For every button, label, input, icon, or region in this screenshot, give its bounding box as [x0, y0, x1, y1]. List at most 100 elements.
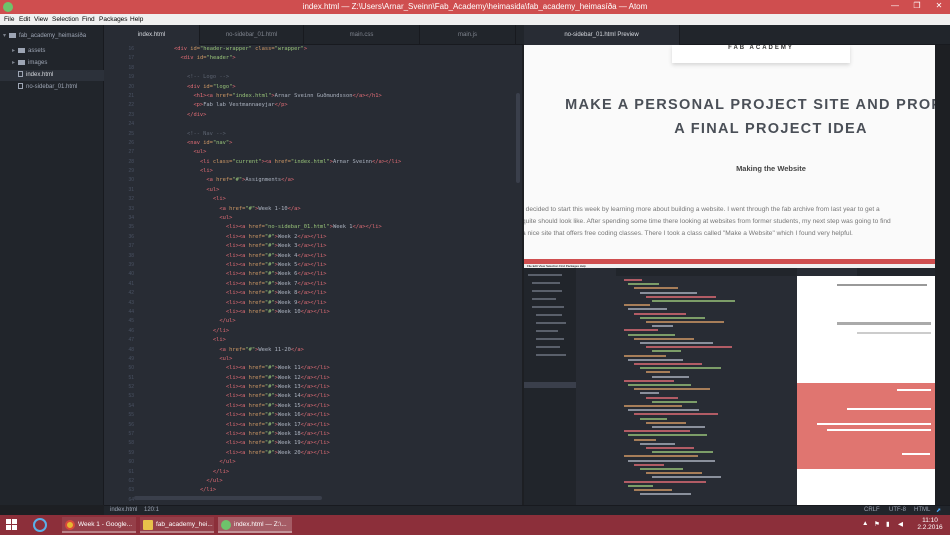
code-line[interactable]: <a href="#">Week 1-10</a> [148, 205, 401, 214]
code-line[interactable]: <li><a href="#">Week 11</a></li> [148, 364, 401, 373]
code-line[interactable]: <li><a href="#">Week 13</a></li> [148, 383, 401, 392]
code-line[interactable]: <li><a href="no-sidebar_01.html">Week 1<… [148, 223, 401, 232]
code-line[interactable]: <div id="logo"> [148, 83, 401, 92]
menu-view[interactable]: View [34, 16, 48, 23]
tree-root-folder[interactable]: ▾ fab_academy_heimasíða [0, 31, 104, 42]
git-push-icon[interactable]: ⬈ [936, 507, 941, 514]
code-line[interactable]: <li><a href="#">Week 8</a></li> [148, 289, 401, 298]
code-line[interactable]: <li><a href="#">Week 15</a></li> [148, 402, 401, 411]
tree-folder-images[interactable]: ▸ images [0, 58, 104, 69]
code-line[interactable] [148, 120, 401, 129]
code-line[interactable]: <li><a href="#">Week 10</a></li> [148, 308, 401, 317]
code-line[interactable]: <!-- Nav --> [148, 130, 401, 139]
screenshot-code-line [624, 430, 690, 433]
status-line-ending[interactable]: CRLF [864, 507, 880, 513]
code-line[interactable]: <li class="current"><a href="index.html"… [148, 158, 401, 167]
line-number: 45 [128, 318, 134, 325]
tray-network-icon[interactable]: ▮ [886, 520, 890, 528]
maximize-button[interactable]: ❐ [910, 1, 924, 12]
folder-icon [9, 32, 16, 38]
code-line[interactable]: <ul> [148, 214, 401, 223]
code-line[interactable]: </ul> [148, 477, 401, 486]
status-bar: index.html 120:1 CRLF UTF-8 HTML ⬈ [104, 505, 950, 515]
code-line[interactable]: <nav id="nav"> [148, 139, 401, 148]
status-file-name[interactable]: index.html [110, 507, 137, 513]
status-grammar[interactable]: HTML [914, 507, 930, 513]
tree-file-no-sidebar[interactable]: no-sidebar_01.html [0, 82, 104, 93]
menu-packages[interactable]: Packages [99, 16, 128, 23]
code-line[interactable]: <a href="#">Assignments</a> [148, 176, 401, 185]
code-content[interactable]: <div id="header-wrapper" class="wrapper"… [148, 45, 401, 505]
code-line[interactable]: <li><a href="#">Week 4</a></li> [148, 252, 401, 261]
code-line[interactable]: <li><a href="#">Week 6</a></li> [148, 270, 401, 279]
status-cursor-position[interactable]: 120:1 [144, 507, 159, 513]
windows-start-button[interactable] [6, 519, 18, 531]
minimize-button[interactable]: — [888, 1, 902, 12]
code-line[interactable]: <li><a href="#">Week 5</a></li> [148, 261, 401, 270]
tree-root-label: fab_academy_heimasíða [19, 33, 87, 39]
tab-no-sidebar-html[interactable]: no-sidebar_01.html [200, 25, 304, 45]
tree-file-index[interactable]: index.html [0, 70, 104, 81]
code-line[interactable]: <li><a href="#">Week 17</a></li> [148, 421, 401, 430]
screenshot-code-line [646, 396, 678, 399]
code-line[interactable]: </li> [148, 486, 401, 495]
code-line[interactable] [148, 64, 401, 73]
vertical-scrollbar[interactable] [516, 93, 520, 183]
taskbar-explorer[interactable]: fab_academy_hei... [140, 517, 214, 533]
code-line[interactable]: <li><a href="#">Week 20</a></li> [148, 449, 401, 458]
code-line[interactable]: <li><a href="#">Week 2</a></li> [148, 233, 401, 242]
code-line[interactable]: <li><a href="#">Week 14</a></li> [148, 392, 401, 401]
menu-help[interactable]: Help [130, 16, 143, 23]
code-line[interactable]: <li><a href="#">Week 19</a></li> [148, 439, 401, 448]
code-line[interactable]: <li><a href="#">Week 18</a></li> [148, 430, 401, 439]
internet-explorer-icon[interactable] [33, 518, 47, 532]
status-encoding[interactable]: UTF-8 [889, 507, 906, 513]
code-line[interactable]: <li> [148, 195, 401, 204]
screenshot-code-line [646, 472, 702, 475]
folder-icon [18, 59, 25, 65]
tab-main-js[interactable]: main.js [420, 25, 516, 45]
tray-volume-icon[interactable]: ◀ [898, 520, 903, 528]
taskbar-chrome[interactable]: Week 1 - Google... [62, 517, 136, 533]
menu-selection[interactable]: Selection [52, 16, 79, 23]
code-line[interactable]: <ul> [148, 186, 401, 195]
code-line[interactable]: <a href="#">Week 11-20</a> [148, 346, 401, 355]
code-line[interactable]: <div id="header"> [148, 54, 401, 63]
code-line[interactable]: <ul> [148, 148, 401, 157]
code-line[interactable]: </li> [148, 468, 401, 477]
code-line[interactable]: <div id="header-wrapper" class="wrapper"… [148, 45, 401, 54]
code-line[interactable]: </ul> [148, 317, 401, 326]
taskbar-explorer-label: fab_academy_hei... [156, 521, 213, 528]
tab-main-css[interactable]: main.css [304, 25, 420, 45]
tab-preview[interactable]: no-sidebar_01.html Preview [524, 25, 680, 45]
code-line[interactable]: <li><a href="#">Week 7</a></li> [148, 280, 401, 289]
tray-clock[interactable]: 11:10 2.2.2016 [912, 517, 948, 531]
menu-file[interactable]: File [4, 16, 14, 23]
taskbar-atom[interactable]: index.html — Z:\... [218, 517, 292, 533]
code-line[interactable]: <ul> [148, 355, 401, 364]
window-title-bar[interactable]: index.html — Z:\Users\Arnar_Sveinn\Fab_A… [0, 0, 950, 14]
line-number: 55 [128, 412, 134, 419]
tray-show-hidden-icon[interactable]: ▲ [862, 520, 868, 527]
code-line[interactable]: <li> [148, 167, 401, 176]
code-line[interactable]: <li><a href="#">Week 12</a></li> [148, 374, 401, 383]
html-preview-pane[interactable]: FAB ACADEMY MAKE A PERSONAL PROJECT SITE… [524, 45, 935, 505]
menu-edit[interactable]: Edit [19, 16, 30, 23]
tray-flag-icon[interactable]: ⚑ [874, 520, 880, 528]
code-line[interactable]: <!-- Logo --> [148, 73, 401, 82]
code-line[interactable]: </ul> [148, 458, 401, 467]
code-line[interactable]: <p>Fab lab Vestmannaeyjar</p> [148, 101, 401, 110]
tab-index-html[interactable]: index.html [104, 25, 200, 45]
code-line[interactable]: <h1><a href="index.html">Arnar Sveinn Gu… [148, 92, 401, 101]
code-line[interactable]: <li> [148, 336, 401, 345]
code-line[interactable]: </div> [148, 111, 401, 120]
code-line[interactable]: <li><a href="#">Week 16</a></li> [148, 411, 401, 420]
close-button[interactable]: ✕ [932, 1, 946, 12]
code-editor[interactable]: 16 17 18 19 20 21 22 23 24 25 26 27 28 29 30 31 32 33 34 35… [104, 45, 522, 505]
code-line[interactable]: <li><a href="#">Week 3</a></li> [148, 242, 401, 251]
code-line[interactable]: </li> [148, 327, 401, 336]
code-line[interactable]: <li><a href="#">Week 9</a></li> [148, 299, 401, 308]
horizontal-scrollbar[interactable] [134, 496, 322, 500]
menu-find[interactable]: Find [82, 16, 95, 23]
tree-folder-assets[interactable]: ▸ assets [0, 46, 104, 57]
